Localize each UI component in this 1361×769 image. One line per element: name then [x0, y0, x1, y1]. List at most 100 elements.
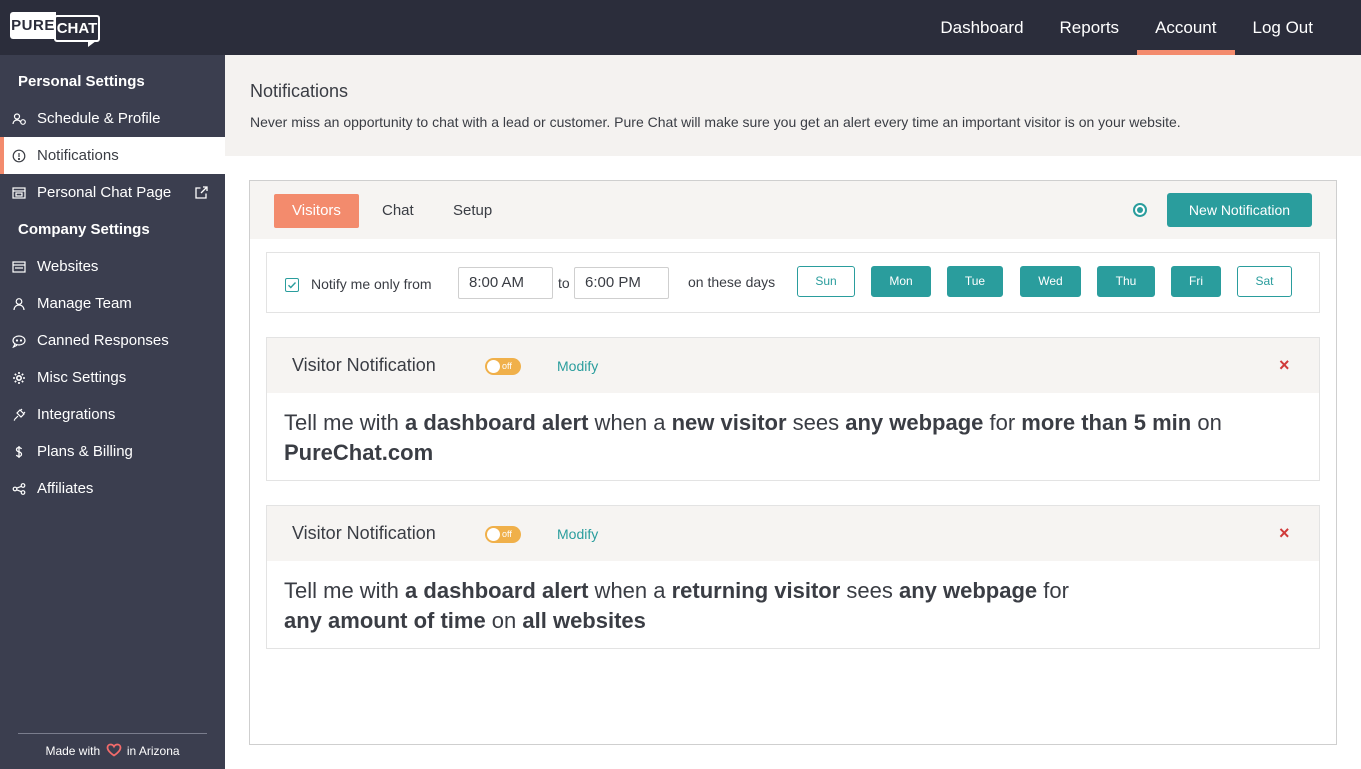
nav-account[interactable]: Account: [1137, 0, 1235, 55]
sidebar: Personal Settings Schedule & Profile Not…: [0, 55, 225, 769]
sidebar-footer: Made with in Arizona: [18, 733, 207, 769]
sidebar-item-label: Personal Chat Page: [37, 184, 172, 201]
status-radio-icon[interactable]: [1133, 203, 1147, 217]
tab-visitors[interactable]: Visitors: [274, 194, 359, 228]
sidebar-item-manage-team[interactable]: Manage Team: [0, 285, 225, 322]
sentence-page[interactable]: any webpage: [899, 578, 1037, 603]
sentence-website[interactable]: PureChat.com: [284, 440, 433, 465]
sentence-text: on: [485, 608, 523, 633]
plug-icon: [13, 408, 26, 421]
gear-icon: [13, 372, 25, 384]
sentence-text: for: [983, 410, 1022, 435]
sidebar-item-label: Plans & Billing: [37, 443, 133, 460]
tab-chat[interactable]: Chat: [364, 194, 432, 228]
day-toggle-sat[interactable]: Sat: [1237, 266, 1292, 297]
checkmark-icon: [288, 282, 297, 289]
notification-card-header: Visitor Notification off Modify ×: [267, 338, 1319, 393]
sidebar-item-misc-settings[interactable]: Misc Settings: [0, 359, 225, 396]
nav-dashboard[interactable]: Dashboard: [922, 0, 1041, 55]
notification-toggle[interactable]: off: [485, 526, 521, 543]
sentence-visitor-type[interactable]: returning visitor: [672, 578, 841, 603]
company-settings-heading: Company Settings: [18, 221, 150, 238]
toggle-knob: [487, 360, 500, 373]
sidebar-item-personal-chat-page[interactable]: Personal Chat Page: [0, 174, 225, 211]
toggle-label: off: [502, 529, 512, 539]
day-toggle-mon[interactable]: Mon: [871, 266, 931, 297]
sentence-page[interactable]: any webpage: [845, 410, 983, 435]
schedule-row: Notify me only from 8:00 AM to 6:00 PM o…: [266, 252, 1320, 313]
from-time-input[interactable]: 8:00 AM: [458, 267, 553, 299]
sidebar-item-notifications[interactable]: Notifications: [0, 137, 225, 174]
notification-sentence: Tell me with a dashboard alert when a ne…: [284, 408, 1304, 468]
sentence-website[interactable]: all websites: [522, 608, 646, 633]
to-time-input[interactable]: 6:00 PM: [574, 267, 669, 299]
footer-text-after: in Arizona: [126, 744, 180, 758]
day-toggle-fri[interactable]: Fri: [1171, 266, 1221, 297]
sidebar-item-websites[interactable]: Websites: [0, 248, 225, 285]
notification-sentence: Tell me with a dashboard alert when a re…: [284, 576, 1304, 636]
user-clock-icon: [12, 113, 26, 125]
page-title: Notifications: [250, 81, 349, 101]
sidebar-item-integrations[interactable]: Integrations: [0, 396, 225, 433]
day-toggle-thu[interactable]: Thu: [1097, 266, 1155, 297]
notification-toggle[interactable]: off: [485, 358, 521, 375]
day-toggle-sun[interactable]: Sun: [797, 266, 855, 297]
logo-chat-text: CHAT: [54, 15, 100, 42]
page-header: Notifications Never miss an opportunity …: [225, 55, 1361, 156]
tab-bar: Visitors Chat Setup New Notification: [250, 181, 1336, 239]
chat-bubble-icon: [12, 335, 26, 348]
nav-reports[interactable]: Reports: [1042, 0, 1138, 55]
days-label: on these days: [688, 274, 776, 290]
sidebar-item-canned-responses[interactable]: Canned Responses: [0, 322, 225, 359]
sentence-alert-type[interactable]: a dashboard alert: [405, 410, 588, 435]
logo-pure-text: PURE: [10, 12, 56, 39]
footer-text-before: Made with: [45, 744, 101, 758]
sidebar-item-label: Affiliates: [37, 480, 94, 497]
new-notification-button[interactable]: New Notification: [1167, 193, 1312, 227]
sidebar-item-label: Canned Responses: [37, 332, 169, 349]
notification-title: Visitor Notification: [292, 355, 436, 375]
sentence-text: sees: [840, 578, 899, 603]
sentence-text: when a: [588, 410, 672, 435]
sidebar-item-label: Misc Settings: [37, 369, 127, 386]
sidebar-item-schedule-profile[interactable]: Schedule & Profile: [0, 100, 225, 137]
sentence-text: sees: [786, 410, 846, 435]
purechat-logo[interactable]: PURE CHAT: [10, 12, 102, 47]
modify-link[interactable]: Modify: [557, 526, 598, 542]
toggle-label: off: [502, 361, 512, 371]
tab-setup[interactable]: Setup: [435, 194, 510, 228]
day-toggle-wed[interactable]: Wed: [1020, 266, 1081, 297]
external-link-icon[interactable]: [194, 185, 209, 200]
user-icon: [13, 298, 25, 311]
heart-icon: [106, 743, 121, 757]
notify-only-checkbox[interactable]: [285, 278, 299, 292]
sentence-alert-type[interactable]: a dashboard alert: [405, 578, 588, 603]
chat-page-icon: [12, 187, 26, 199]
sentence-text: Tell me with: [284, 578, 406, 603]
top-bar: PURE CHAT Dashboard Reports Account Log …: [0, 0, 1361, 55]
sentence-text: on: [1191, 410, 1222, 435]
main-nav: Dashboard Reports Account Log Out: [922, 0, 1331, 55]
sentence-visitor-type[interactable]: new visitor: [672, 410, 787, 435]
sentence-duration[interactable]: any amount of time: [284, 608, 486, 633]
delete-icon[interactable]: ×: [1279, 523, 1290, 543]
sidebar-item-label: Schedule & Profile: [37, 110, 161, 127]
modify-link[interactable]: Modify: [557, 358, 598, 374]
to-label: to: [558, 275, 570, 291]
logo-bubble-tail: [88, 41, 96, 47]
delete-icon[interactable]: ×: [1279, 355, 1290, 375]
sidebar-item-affiliates[interactable]: Affiliates: [0, 470, 225, 507]
notify-only-label: Notify me only from: [311, 276, 432, 292]
day-toggle-tue[interactable]: Tue: [947, 266, 1003, 297]
browser-icon: [12, 261, 26, 273]
sidebar-item-label: Websites: [37, 258, 99, 275]
toggle-knob: [487, 528, 500, 541]
nav-log-out[interactable]: Log Out: [1235, 0, 1332, 55]
share-icon: [12, 483, 26, 495]
sidebar-item-plans-billing[interactable]: Plans & Billing: [0, 433, 225, 470]
notification-card: Visitor Notification off Modify × Tell m…: [266, 505, 1320, 649]
page-description: Never miss an opportunity to chat with a…: [250, 114, 1181, 130]
info-circle-icon: [12, 149, 26, 163]
sentence-text: when a: [588, 578, 672, 603]
sentence-duration[interactable]: more than 5 min: [1021, 410, 1191, 435]
